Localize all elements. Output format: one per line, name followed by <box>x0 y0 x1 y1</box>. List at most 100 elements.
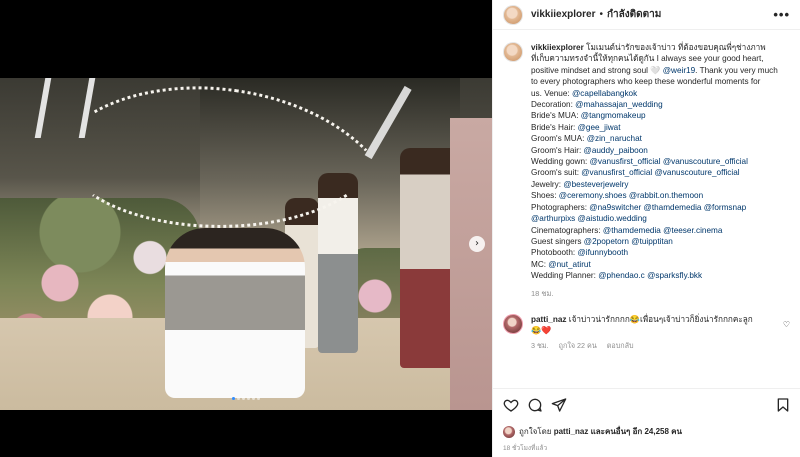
mention-link[interactable]: @tuipptitan <box>631 237 673 246</box>
caption-line: positive mindset and strong soul 🤍 @weir… <box>531 65 778 75</box>
comment-body: เจ้าบ่าวน่ารักกกก😂เพื่อนๆเจ้าบ่าวก็ยิ่งน… <box>568 314 753 324</box>
avatar[interactable] <box>503 4 523 25</box>
caption-fragment: Groom's MUA: <box>531 134 587 144</box>
caption-fragment: Shoes: <box>531 191 559 201</box>
mention-link[interactable]: @nut_atirut <box>548 260 590 269</box>
mention-link[interactable]: @thamdemedia <box>603 226 661 235</box>
likes-prefix: ถูกใจโดย <box>519 427 552 436</box>
comment-like-heart-icon[interactable]: ♡ <box>783 320 790 329</box>
comment-body-emoji: 😂❤️ <box>531 325 552 335</box>
caption-line: Jewelry: @besteverjewelry <box>531 179 778 190</box>
comments-area[interactable]: vikkiiexplorer โมเมนต์น่ารักของเจ้าบ่าว … <box>493 30 800 383</box>
avatar[interactable] <box>503 425 515 438</box>
caption-line: us. Venue: @capellabangkok <box>531 88 778 99</box>
caption-line: MC: @nut_atirut <box>531 259 778 270</box>
caption-line: โมเมนต์น่ารักของเจ้าบ่าว ที่ต้องขอบคุณพี… <box>586 43 766 52</box>
caption-line: Wedding Planner: @phendao.c @sparksfly.b… <box>531 270 778 281</box>
mention-link[interactable]: @gee_jiwat <box>578 123 621 132</box>
likes-liked-by[interactable]: patti_naz <box>554 427 589 436</box>
mention-link[interactable]: @mahassajan_wedding <box>575 100 663 109</box>
caption-line: Photographers: @na9switcher @thamdemedia… <box>531 202 778 213</box>
caption-line: Groom's suit: @vanusfirst_official @vanu… <box>531 167 778 178</box>
mention-link[interactable]: @arthurpixs <box>531 214 575 223</box>
comment-icon[interactable] <box>527 397 543 413</box>
post-header: vikkiiexplorer • กำลังติดตาม ••• <box>493 0 800 30</box>
caption-line: Bride's MUA: @tangmomakeup <box>531 110 778 121</box>
caption-fragment: โมเมนต์น่ารักของเจ้าบ่าว ที่ต้องขอบคุณพี… <box>586 43 766 52</box>
caption-fragment: to every photographers who keep these wo… <box>531 77 761 87</box>
mention-link[interactable]: @zin_naruchat <box>587 134 642 143</box>
likes-summary: ถูกใจโดย patti_naz และคนอื่นๆ อีก 24,258… <box>503 425 791 438</box>
avatar[interactable] <box>503 42 523 62</box>
caption-fragment: Photographers: <box>531 202 590 212</box>
caption-fragment: ที่เก็บความทรงจำนี้ให้ทุกคนได้ดูกัน I al… <box>531 54 764 64</box>
mention-link[interactable]: @vanuscouture_official <box>663 157 748 166</box>
likes-middle[interactable]: และคนอื่นๆ อีก <box>591 425 643 438</box>
post-actions: ถูกใจโดย patti_naz และคนอื่นๆ อีก 24,258… <box>493 388 800 453</box>
mention-link[interactable]: @vanusfirst_official <box>581 168 652 177</box>
mention-link[interactable]: @aistudio.wedding <box>578 214 647 223</box>
carousel-dot <box>257 397 260 401</box>
caption-time: 18 ชม. <box>531 288 554 298</box>
caption-fragment: Bride's Hair: <box>531 122 578 132</box>
mention-link[interactable]: @teeser.cinema <box>663 226 722 235</box>
caption-line: @arthurpixs @aistudio.wedding <box>531 213 778 224</box>
caption: vikkiiexplorer โมเมนต์น่ารักของเจ้าบ่าว … <box>503 42 790 282</box>
photo-dress <box>450 118 492 410</box>
mention-link[interactable]: @vanusfirst_official <box>590 157 661 166</box>
header-separator: • <box>599 9 603 20</box>
post-photo[interactable] <box>0 78 492 410</box>
heart-icon[interactable] <box>503 397 519 413</box>
following-button[interactable]: กำลังติดตาม <box>607 7 661 22</box>
caption-username[interactable]: vikkiiexplorer <box>531 43 584 52</box>
caption-fragment: Thank you very much <box>697 65 778 75</box>
mention-link[interactable]: @vanuscouture_official <box>655 168 740 177</box>
caption-line: Bride's Hair: @gee_jiwat <box>531 122 778 133</box>
mention-link[interactable]: @besteverjewelry <box>563 180 628 189</box>
mention-link[interactable]: @weir19 <box>663 66 695 75</box>
comment-item: patti_naz เจ้าบ่าวน่ารักกกก😂เพื่อนๆเจ้าบ… <box>503 313 790 337</box>
carousel-dot <box>252 397 255 401</box>
caption-line: Shoes: @ceremony.shoes @rabbit.on.themoo… <box>531 190 778 201</box>
mention-link[interactable]: @auddy_paiboon <box>584 146 648 155</box>
carousel-dot <box>232 397 235 401</box>
caption-line: ที่เก็บความทรงจำนี้ให้ทุกคนได้ดูกัน I al… <box>531 53 778 64</box>
caption-fragment: Groom's Hair: <box>531 145 584 155</box>
caption-fragment: Jewelry: <box>531 179 564 189</box>
likes-count[interactable]: 24,258 <box>644 427 668 436</box>
post-username[interactable]: vikkiiexplorer <box>531 9 595 20</box>
caption-line: Cinematographers: @thamdemedia @teeser.c… <box>531 225 778 236</box>
mention-link[interactable]: @rabbit.on.themoon <box>629 191 703 200</box>
caption-fragment: positive mindset and strong soul 🤍 <box>531 65 663 75</box>
mention-link[interactable]: @ceremony.shoes <box>559 191 627 200</box>
carousel-next-button[interactable]: › <box>469 236 485 252</box>
caption-fragment: Bride's MUA: <box>531 111 581 121</box>
comment-time: 3 ชม. <box>531 341 549 351</box>
chevron-right-icon: › <box>475 238 479 249</box>
bookmark-icon[interactable] <box>775 397 791 413</box>
comment-username[interactable]: patti_naz <box>531 315 567 324</box>
comment-text: patti_naz เจ้าบ่าวน่ารักกกก😂เพื่อนๆเจ้าบ… <box>531 314 769 337</box>
caption-line: Groom's Hair: @auddy_paiboon <box>531 145 778 156</box>
comment-reply-button[interactable]: ตอบกลับ <box>607 341 634 350</box>
caption-line: Photobooth: @ifunnybooth <box>531 247 778 258</box>
mention-link[interactable]: @ifunnybooth <box>577 248 628 257</box>
carousel-dot <box>237 397 240 401</box>
mention-link[interactable]: @sparksfly.bkk <box>647 271 702 280</box>
mention-link[interactable]: @2popetorn <box>584 237 629 246</box>
mention-link[interactable]: @na9switcher <box>589 203 641 212</box>
post-side-panel: vikkiiexplorer • กำลังติดตาม ••• vikkiie… <box>492 0 800 457</box>
share-icon[interactable] <box>551 397 567 413</box>
caption-fragment: Groom's suit: <box>531 168 582 178</box>
caption-fragment: Photobooth: <box>531 248 578 258</box>
caption-line: to every photographers who keep these wo… <box>531 76 778 87</box>
mention-link[interactable]: @phendao.c <box>598 271 645 280</box>
more-icon[interactable]: ••• <box>773 7 790 22</box>
mention-link[interactable]: @capellabangkok <box>572 89 637 98</box>
mention-link[interactable]: @thamdemedia <box>644 203 702 212</box>
likes-suffix[interactable]: คน <box>671 425 682 438</box>
comment-likes-count[interactable]: ถูกใจ 22 คน <box>559 341 597 350</box>
mention-link[interactable]: @formsnap <box>704 203 746 212</box>
avatar[interactable] <box>503 313 523 334</box>
mention-link[interactable]: @tangmomakeup <box>581 111 646 120</box>
